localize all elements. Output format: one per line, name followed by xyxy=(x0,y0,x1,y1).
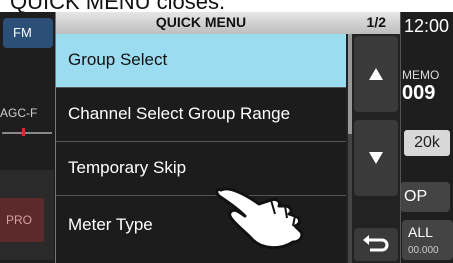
quick-menu-title: QUICK MENU xyxy=(155,14,247,30)
all-label: ALL xyxy=(408,224,433,240)
all-button[interactable]: ALL 00.000 xyxy=(402,220,453,260)
menu-item-channel-select-group-range[interactable]: Channel Select Group Range xyxy=(56,88,346,142)
page-indicator: 1/2 xyxy=(366,14,386,30)
clock: 12:00 xyxy=(404,16,450,36)
all-value: 00.000 xyxy=(408,245,439,256)
memo-number: 009 xyxy=(402,82,436,104)
up-triangle-icon xyxy=(369,68,383,80)
memo-label: MEMO xyxy=(402,68,440,82)
pointing-hand-icon xyxy=(215,187,304,249)
down-triangle-icon xyxy=(369,152,383,164)
meter-line xyxy=(2,132,52,134)
return-icon xyxy=(363,235,389,252)
back-button[interactable] xyxy=(354,228,398,261)
tuning-step-button[interactable]: 20k xyxy=(404,130,450,156)
op-button[interactable]: OP xyxy=(400,182,450,212)
agc-label: AGC-F xyxy=(0,106,38,120)
meter-marker xyxy=(22,128,25,136)
scroll-up-button[interactable] xyxy=(354,36,398,112)
menu-item-group-select[interactable]: Group Select xyxy=(56,34,346,88)
mode-label[interactable]: FM xyxy=(3,18,53,48)
scroll-down-button[interactable] xyxy=(354,120,398,196)
quick-menu-header: QUICK MENU 1/2 xyxy=(56,12,400,34)
scrollbar-thumb[interactable] xyxy=(348,34,352,134)
pro-label[interactable]: PRO xyxy=(0,198,44,242)
radio-screen: FM AGC-F PRO 12:00 MEMO 009 20k OP ALL 0… xyxy=(0,12,453,263)
